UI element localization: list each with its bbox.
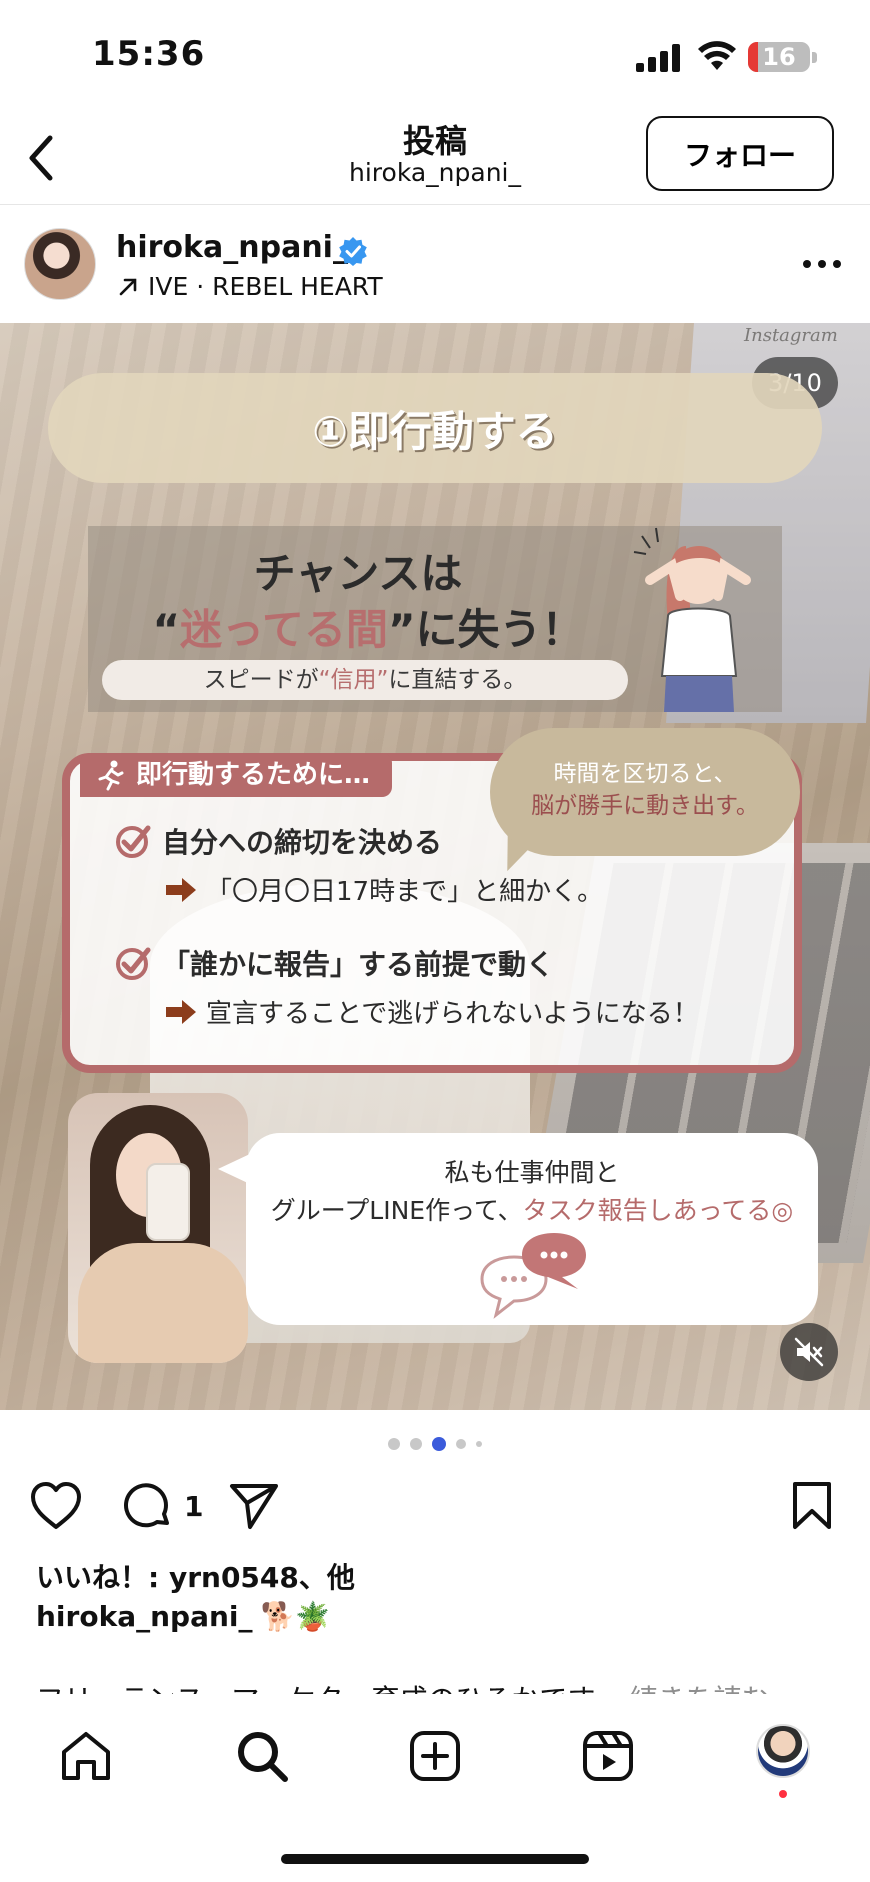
notification-dot [779, 1790, 787, 1798]
caption-username[interactable]: hiroka_npani_ [36, 1600, 253, 1633]
message-line-2-emphasis: タスク報告しあってる◎ [522, 1196, 794, 1225]
post-header: hiroka_npani_ IVE · REBEL HEART [0, 206, 870, 322]
battery-level: 16 [762, 43, 796, 71]
carousel-dot-active [432, 1437, 446, 1451]
nav-profile-avatar[interactable] [756, 1724, 810, 1778]
speed-tail: に直結する。 [388, 667, 527, 693]
cellular-signal-icon [636, 44, 680, 72]
action-tab-label: 即行動するために… [136, 760, 371, 790]
more-horizontal-icon[interactable] [800, 256, 844, 272]
quote-open: “ [152, 605, 181, 654]
carousel-dot [476, 1441, 482, 1447]
nav-search[interactable] [230, 1724, 294, 1788]
comment-count: 1 [184, 1490, 204, 1523]
message-line-1: 私も仕事仲間と [444, 1158, 620, 1187]
nav-create[interactable] [403, 1724, 467, 1788]
search-icon [238, 1732, 288, 1782]
action-sub-1: 「〇月〇日17時まで」と細かく。 [166, 871, 603, 908]
bookmark-icon [793, 1482, 831, 1529]
time-bubble: 時間を区切ると、 脳が勝手に動き出す。 [490, 728, 800, 856]
wifi-icon [698, 41, 736, 70]
mute-button[interactable] [780, 1323, 838, 1381]
action-item-2-label: 「誰かに報告」する前提で動く [162, 948, 555, 981]
nav-home[interactable] [54, 1724, 118, 1788]
chance-box: チャンスは “迷ってる間”に失う！ スピードが“信用”に直結する。 [88, 526, 782, 712]
stressed-girl-illustration [633, 527, 751, 712]
step-title: ①即行動する [48, 373, 822, 483]
home-icon [62, 1732, 110, 1780]
post-media[interactable]: Instagram 3/10 ①即行動する チャンスは “迷ってる間”に失う！ … [0, 323, 870, 1410]
action-card-title: 即行動するために… [80, 753, 393, 797]
carousel-dot [410, 1438, 422, 1450]
speed-text: スピードが [203, 667, 319, 693]
send-icon [230, 1484, 278, 1529]
arrow-up-right-icon [119, 278, 137, 295]
comment-button[interactable] [120, 1478, 176, 1534]
carousel-dots [0, 1436, 870, 1452]
chance-emphasis: 迷ってる間 [180, 605, 388, 654]
author-avatar[interactable] [24, 228, 96, 300]
photo-phone [146, 1163, 190, 1241]
checkbox-checked-icon [116, 947, 151, 980]
action-sub-2-label: 宣言することで逃げられないようになる！ [206, 999, 699, 1029]
battery-tip [812, 52, 817, 63]
reels-icon [583, 1731, 633, 1781]
music-title: IVE · REBEL HEART [148, 272, 383, 301]
message-line-2: グループLINE作って、タスク報告しあってる◎ [246, 1191, 818, 1227]
home-indicator [281, 1854, 589, 1864]
save-button[interactable] [784, 1478, 840, 1534]
follow-button[interactable]: フォロー [646, 116, 834, 191]
heart-icon [31, 1482, 81, 1529]
photo-body [78, 1243, 248, 1363]
author-photo [68, 1093, 248, 1363]
caption-author[interactable]: hiroka_npani_ 🐕🪴 [36, 1600, 330, 1633]
music-info[interactable]: IVE · REBEL HEART [118, 272, 383, 301]
author-username[interactable]: hiroka_npani_ [116, 230, 348, 265]
status-bar: 15:36 16 [0, 0, 870, 110]
chat-bubbles-icon [480, 1233, 586, 1319]
chance-subheading: “迷ってる間”に失う！ [88, 596, 648, 657]
speed-emphasis: “信用” [318, 667, 389, 693]
battery-icon: 16 [748, 42, 810, 72]
action-item-1: 自分への締切を決める [114, 821, 442, 861]
message-line-2-text: グループLINE作って、 [270, 1196, 523, 1225]
action-item-1-label: 自分への締切を決める [162, 826, 443, 859]
time-bubble-line-2: 脳が勝手に動き出す。 [531, 793, 759, 820]
comment-icon [124, 1483, 169, 1528]
runner-icon [98, 760, 124, 791]
status-time: 15:36 [92, 34, 206, 74]
arrow-right-icon [166, 877, 196, 902]
caption-emoji: 🐕🪴 [260, 1600, 331, 1633]
time-bubble-line-1: 時間を区切ると、 [553, 761, 737, 787]
action-item-2: 「誰かに報告」する前提で動く [114, 943, 554, 983]
chance-heading: チャンスは [253, 549, 463, 598]
verified-badge-icon [339, 237, 367, 266]
carousel-dot [388, 1438, 400, 1450]
speed-pill: スピードが“信用”に直結する。 [102, 660, 628, 700]
top-header: 投稿 hiroka_npani_ フォロー [0, 110, 870, 205]
action-sub-1-label: 「〇月〇日17時まで」と細かく。 [206, 877, 604, 907]
action-sub-2: 宣言することで逃げられないようになる！ [166, 993, 699, 1030]
nav-reels[interactable] [576, 1724, 640, 1788]
chance-tail: ”に失う！ [387, 605, 584, 654]
like-button[interactable] [28, 1478, 84, 1534]
message-bubble: 私も仕事仲間と グループLINE作って、タスク報告しあってる◎ [246, 1133, 818, 1325]
share-button[interactable] [226, 1478, 282, 1534]
speaker-muted-icon [794, 1337, 824, 1367]
create-icon [410, 1731, 460, 1781]
checkbox-checked-icon [116, 825, 151, 858]
likes-summary[interactable]: いいね！: yrn0548、他 [36, 1556, 355, 1596]
post-actions: 1 [0, 1470, 870, 1540]
arrow-right-icon [166, 999, 196, 1024]
carousel-dot [456, 1439, 466, 1449]
